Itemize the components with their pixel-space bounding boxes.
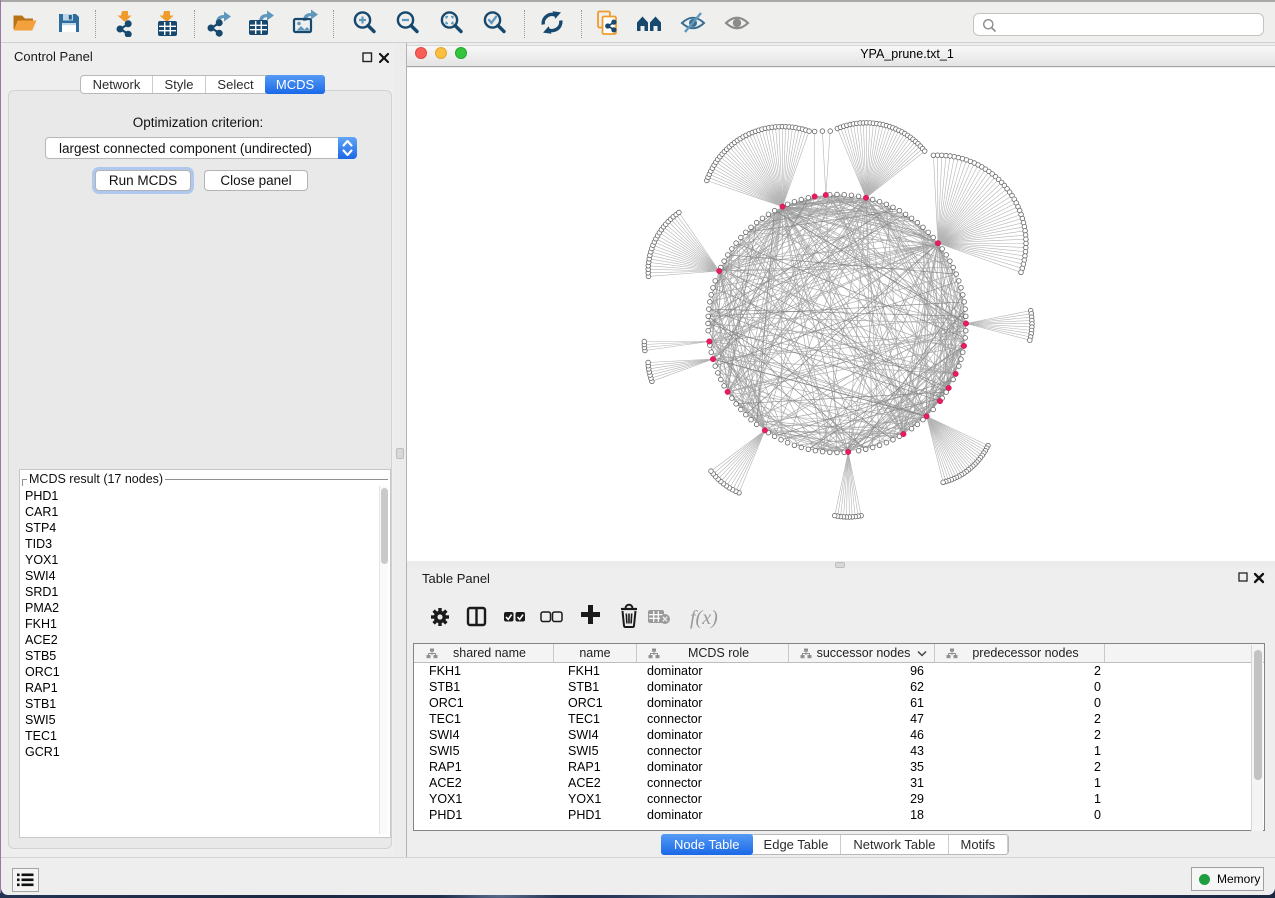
svg-text:f(x): f(x) [690, 607, 718, 629]
